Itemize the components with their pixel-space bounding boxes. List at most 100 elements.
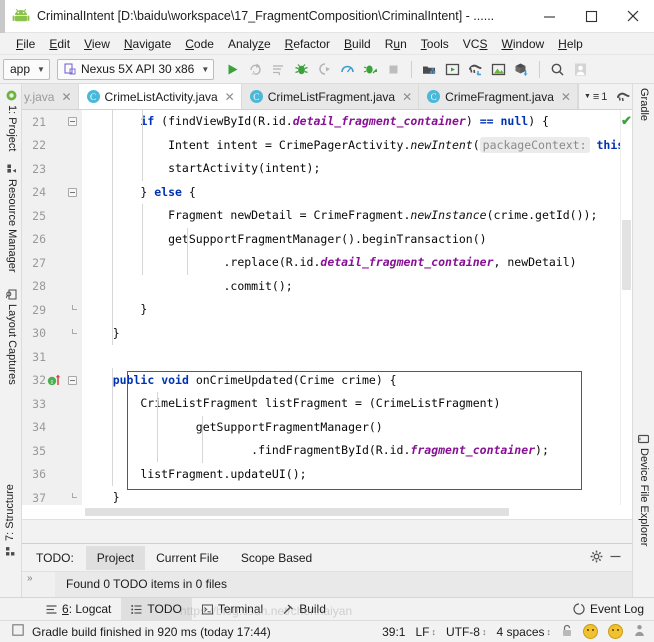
debug-button[interactable] <box>290 58 313 81</box>
bottom-tab-todo[interactable]: TODO <box>121 597 192 621</box>
sidebar-item-project[interactable]: 1: Project <box>6 90 18 151</box>
menu-analyze[interactable]: Analyze <box>221 35 278 53</box>
minimize-icon[interactable] <box>609 550 622 566</box>
menu-window-rest: indow <box>512 36 545 51</box>
fold-end-marker[interactable] <box>64 328 80 338</box>
hscroll-track[interactable] <box>82 505 632 519</box>
sidebar-item-structure[interactable]: 7: Structure <box>4 484 16 556</box>
status-message[interactable]: Gradle build finished in 920 ms (today 1… <box>32 625 271 639</box>
close-button[interactable] <box>612 0 654 33</box>
menu-tools-rest: ools <box>426 36 449 51</box>
code-text-area[interactable]: if (findViewById(R.id.detail_fragment_co… <box>82 110 620 505</box>
close-icon[interactable]: ✕ <box>402 91 412 103</box>
sidebar-item-device-file-explorer-label: Device File Explorer <box>638 448 650 547</box>
inspector-icon[interactable] <box>633 624 646 640</box>
menu-window[interactable]: Window <box>494 35 551 53</box>
todo-results[interactable]: » Found 0 TODO items in 0 files <box>22 571 632 597</box>
layout-inspector-button[interactable] <box>487 58 510 81</box>
menu-edit[interactable]: Edit <box>42 35 77 53</box>
todo-tab-current-file[interactable]: Current File <box>145 546 230 570</box>
menu-view[interactable]: View <box>77 35 117 53</box>
sdk-manager-button[interactable] <box>418 58 441 81</box>
hscroll-thumb[interactable] <box>85 508 509 516</box>
gutter-line: 23 <box>22 157 82 181</box>
menu-vcs[interactable]: VCS <box>456 35 495 53</box>
search-icon[interactable] <box>546 58 569 81</box>
editor-gutter[interactable]: 21 22 23 24 25 26 27 28 29 30 31 32 I 33 … <box>22 110 82 505</box>
menu-build[interactable]: Build <box>337 35 378 53</box>
gear-icon[interactable] <box>590 550 603 566</box>
editor-tab-crimefragment[interactable]: C CrimeFragment.java ✕ <box>419 84 578 109</box>
apply-code-changes-button[interactable] <box>267 58 290 81</box>
encoding-value: UTF-8 <box>445 624 480 639</box>
editor-tab-crimelistfragment[interactable]: C CrimeListFragment.java ✕ <box>241 84 420 109</box>
menu-analyze-post: e <box>263 36 271 51</box>
line-separator-widget[interactable]: LF ↕ <box>415 625 436 639</box>
menu-navigate-rest: avigate <box>132 36 172 51</box>
line-number: 35 <box>32 443 46 458</box>
horizontal-scrollbar[interactable] <box>22 505 632 519</box>
smiley-icon-2[interactable] <box>608 624 623 639</box>
bottom-tab-logcat-accel: 6 <box>62 602 69 616</box>
menu-code[interactable]: Code <box>178 35 221 53</box>
todo-tab-scope-based[interactable]: Scope Based <box>230 546 323 570</box>
menu-help-rest: elp <box>566 36 583 51</box>
editor-tab-crimelistactivity[interactable]: C CrimeListActivity.java ✕ <box>78 84 242 109</box>
menu-help[interactable]: Help <box>551 35 590 53</box>
run-configuration-selector[interactable]: app ▼ <box>3 58 50 80</box>
event-log-label[interactable]: Event Log <box>590 602 644 616</box>
gradle-elephant-icon[interactable] <box>612 85 632 108</box>
todo-result-text: Found 0 TODO items in 0 files <box>55 572 632 597</box>
profiler-button[interactable] <box>336 58 359 81</box>
gradle-sync-button[interactable] <box>464 58 487 81</box>
sidebar-item-layout-captures[interactable]: Layout Captures <box>6 289 18 385</box>
bottom-tab-terminal[interactable]: Terminal <box>192 598 273 621</box>
sidebar-item-gradle[interactable]: Gradle <box>638 88 650 121</box>
attach-debugger-button[interactable] <box>313 58 336 81</box>
apply-changes-button[interactable]: A <box>244 58 267 81</box>
menu-file[interactable]: File <box>9 35 42 53</box>
menu-tools[interactable]: Tools <box>414 35 456 53</box>
run-coverage-button[interactable] <box>359 58 382 81</box>
run-button[interactable] <box>221 58 244 81</box>
menu-run[interactable]: Run <box>378 35 414 53</box>
close-icon[interactable]: ✕ <box>225 91 235 103</box>
fold-end-marker[interactable] <box>64 305 80 314</box>
android-studio-window: CriminalIntent [D:\baidu\workspace\17_Fr… <box>0 0 654 642</box>
sidebar-item-resource-manager[interactable]: Resource Manager <box>6 164 18 273</box>
unlocked-icon[interactable] <box>561 624 573 640</box>
inspection-ok-icon: ✔ <box>621 113 632 128</box>
fold-toggle[interactable] <box>64 187 80 197</box>
minimize-button[interactable] <box>528 0 570 33</box>
avd-manager-button[interactable] <box>441 58 464 81</box>
fold-end-marker[interactable] <box>64 493 80 502</box>
fold-toggle[interactable] <box>64 117 80 127</box>
code-editor[interactable]: 21 22 23 24 25 26 27 28 29 30 31 32 I 33 … <box>22 110 632 505</box>
project-icon <box>7 90 18 101</box>
implements-marker-icon[interactable]: I <box>46 374 64 387</box>
maximize-button[interactable] <box>570 0 612 33</box>
device-selector[interactable]: Nexus 5X API 30 x86 ▼ <box>56 58 215 80</box>
inspection-stripe[interactable]: ✔ <box>620 110 632 505</box>
apk-download-button[interactable] <box>510 58 533 81</box>
account-icon[interactable] <box>569 58 592 81</box>
bottom-tab-logcat[interactable]: 6: Logcat <box>36 598 121 621</box>
encoding-widget[interactable]: UTF-8 ↕ <box>446 625 487 639</box>
todo-tab-project[interactable]: Project <box>85 545 146 570</box>
menu-refactor[interactable]: Refactor <box>278 35 337 53</box>
fold-toggle[interactable] <box>64 375 80 385</box>
indent-widget[interactable]: 4 spaces ↕ <box>496 625 551 639</box>
tab-list-button[interactable]: ▼ ≡ 1 <box>577 84 612 109</box>
smiley-icon[interactable] <box>583 624 598 639</box>
caret-position[interactable]: 39:1 <box>382 625 405 639</box>
menu-navigate[interactable]: Navigate <box>117 35 178 53</box>
todo-expand-toggle[interactable]: » <box>22 572 55 597</box>
close-icon[interactable]: ✕ <box>61 91 71 103</box>
code-line-35: .findFragmentById(R.id.fragment_containe… <box>85 443 549 457</box>
tab-list-icon: ≡ <box>592 90 600 103</box>
editor-tab-partial[interactable]: y.java ✕ <box>22 84 79 109</box>
close-icon[interactable]: ✕ <box>561 91 571 103</box>
todo-title: TODO: <box>36 550 74 565</box>
sidebar-item-device-file-explorer[interactable]: Device File Explorer <box>638 434 650 546</box>
bottom-tab-build[interactable]: Build <box>273 598 336 621</box>
